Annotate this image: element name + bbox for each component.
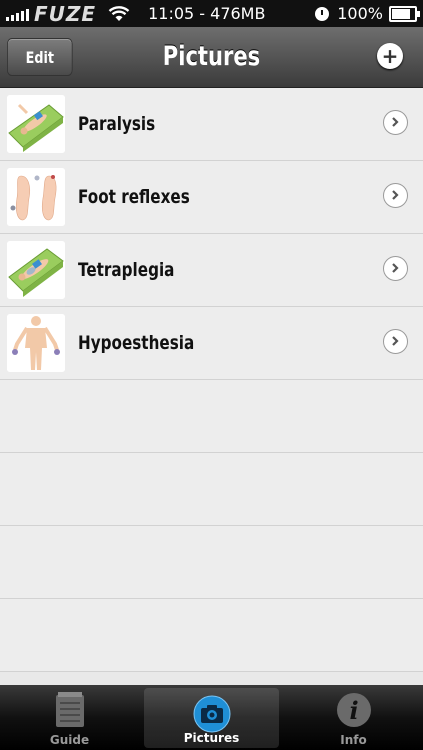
- tab-guide[interactable]: Guide: [2, 685, 137, 750]
- svg-text:i: i: [349, 696, 358, 725]
- wifi-icon: [108, 5, 130, 21]
- empty-row: [0, 453, 423, 526]
- list-item-paralysis[interactable]: Paralysis: [0, 88, 423, 161]
- battery-fill: [392, 8, 410, 19]
- list-item-tetraplegia[interactable]: Tetraplegia: [0, 234, 423, 307]
- signal-icon: [6, 7, 29, 21]
- standing-figure-thumbnail: [7, 314, 65, 372]
- status-bar: FUZE 11:05 - 476MB 100%: [0, 0, 423, 27]
- plus-icon[interactable]: +: [377, 43, 403, 69]
- battery-percent: 100%: [337, 4, 383, 23]
- list-item-hypoesthesia[interactable]: Hypoesthesia: [0, 307, 423, 380]
- tab-pictures[interactable]: Pictures: [144, 688, 279, 748]
- time-memory: 11:05 - 476MB: [148, 4, 266, 23]
- empty-row: [0, 380, 423, 453]
- empty-row: [0, 526, 423, 599]
- lying-figure-thumbnail: [7, 95, 65, 153]
- pictures-list: Paralysis Foot reflexes Tetraplegia Hypo…: [0, 88, 423, 685]
- lying-figure-thumbnail: [7, 241, 65, 299]
- feet-thumbnail: [7, 168, 65, 226]
- tab-label: Pictures: [183, 731, 240, 745]
- info-icon: i: [336, 693, 371, 727]
- list-item-label: Paralysis: [78, 113, 156, 135]
- tab-label: Guide: [49, 733, 90, 747]
- page-title: Pictures: [162, 41, 261, 72]
- chevron-right-icon[interactable]: [383, 110, 408, 135]
- list-item-foot-reflexes[interactable]: Foot reflexes: [0, 161, 423, 234]
- chevron-right-icon[interactable]: [383, 256, 408, 281]
- tab-label: Info: [340, 733, 367, 747]
- navigation-bar: Edit Pictures +: [0, 27, 423, 88]
- list-item-label: Foot reflexes: [78, 186, 190, 208]
- list-item-label: Tetraplegia: [78, 259, 175, 281]
- notepad-icon: [55, 692, 84, 727]
- carrier-name: FUZE: [34, 1, 97, 26]
- tab-bar: Guide Pictures i Info: [0, 685, 423, 750]
- tab-info[interactable]: i Info: [286, 685, 421, 750]
- battery-icon: [389, 5, 420, 22]
- chevron-right-icon[interactable]: [383, 329, 408, 354]
- list-item-label: Hypoesthesia: [78, 332, 195, 354]
- empty-row: [0, 599, 423, 672]
- chevron-right-icon[interactable]: [383, 183, 408, 208]
- alarm-icon: [315, 6, 330, 21]
- camera-icon: [193, 695, 230, 733]
